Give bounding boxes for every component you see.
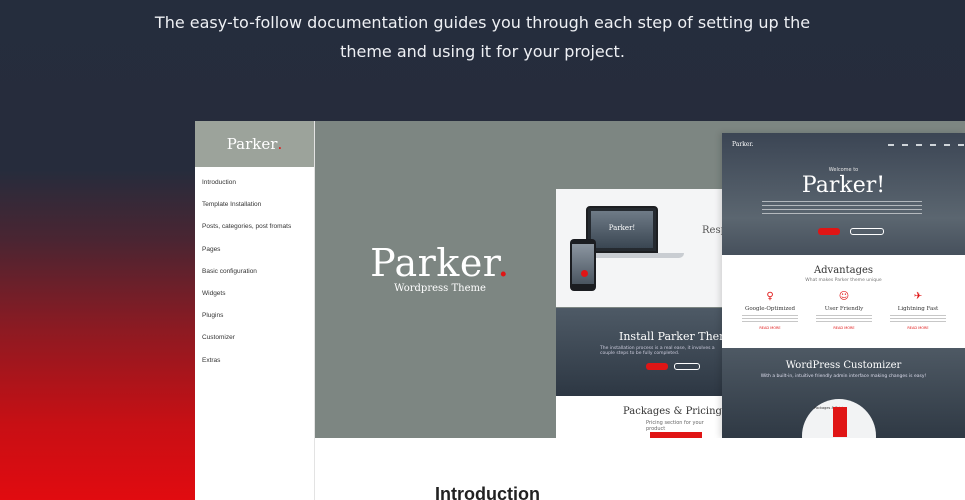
responsive-preview: Parker! Resp bbox=[556, 189, 727, 307]
sidebar-nav: Introduction Template Installation Posts… bbox=[195, 167, 314, 377]
sidebar-item-extras[interactable]: Extras bbox=[195, 355, 314, 377]
homepage-nav bbox=[888, 144, 964, 146]
doc-main: Parker. Wordpress Theme Parker! Resp Ins… bbox=[315, 121, 965, 500]
advantages-title: Advantages bbox=[813, 265, 874, 276]
hero-line-1: The easy-to-follow documentation guides … bbox=[154, 13, 811, 32]
feature-name: User Friendly bbox=[824, 306, 864, 312]
feature-read-more[interactable]: READ MORE bbox=[735, 326, 805, 330]
brand-block: Parker. Wordpress Theme bbox=[365, 241, 515, 294]
feature-read-more[interactable]: READ MORE bbox=[883, 326, 953, 330]
sidebar-item-plugins[interactable]: Plugins bbox=[195, 310, 314, 332]
phone-play-icon bbox=[581, 270, 588, 277]
customizer-title: WordPress Customizer bbox=[785, 360, 902, 371]
lightbulb-icon: ♀ bbox=[766, 291, 774, 302]
homepage-secondary-button[interactable] bbox=[850, 228, 884, 235]
brand-dot: . bbox=[497, 241, 510, 285]
customizer-section: WordPress Customizer With a built-in, in… bbox=[722, 348, 965, 438]
laptop-screen-text: Parker! bbox=[608, 224, 636, 232]
sidebar-item-customizer[interactable]: Customizer bbox=[195, 332, 314, 354]
hero-line-2: theme and using it for your project. bbox=[340, 42, 625, 61]
sidebar-item-introduction[interactable]: Introduction bbox=[195, 177, 314, 199]
install-preview: Install Parker Theme N The installation … bbox=[556, 308, 749, 396]
feature-read-more[interactable]: READ MORE bbox=[809, 326, 879, 330]
sidebar-item-widgets[interactable]: Widgets bbox=[195, 288, 314, 310]
feature-name: Google-Optimized bbox=[744, 306, 796, 312]
homepage-logo: Parker. bbox=[732, 141, 754, 148]
packages-preview: Packages & Pricing Tab Pricing section f… bbox=[556, 396, 743, 438]
doc-sidebar: Parker. Introduction Template Installati… bbox=[195, 121, 315, 500]
advantages-section: Advantages What makes Parker theme uniqu… bbox=[722, 255, 965, 348]
customizer-preview-circle: Packages & Pricing bbox=[802, 399, 876, 438]
section-heading: Introduction bbox=[435, 484, 540, 500]
sidebar-item-template-installation[interactable]: Template Installation bbox=[195, 199, 314, 221]
feature-lightning-fast: ✈ Lightning Fast READ MORE bbox=[883, 291, 953, 330]
feature-name: Lightning Fast bbox=[897, 306, 939, 312]
customizer-sub: With a built-in, intuitive friendly admi… bbox=[760, 374, 927, 379]
hero-description: The easy-to-follow documentation guides … bbox=[150, 8, 815, 66]
homepage-desc-lines bbox=[762, 201, 922, 215]
theme-banner: Parker. Wordpress Theme Parker! Resp Ins… bbox=[315, 121, 965, 438]
sidebar-item-pages[interactable]: Pages bbox=[195, 244, 314, 266]
homepage-preview: Parker. Welcome to Parker! Advantages Wh… bbox=[722, 133, 965, 438]
install-primary-button[interactable] bbox=[646, 363, 668, 370]
feature-user-friendly: ☺ User Friendly READ MORE bbox=[809, 291, 879, 330]
rocket-icon: ✈ bbox=[913, 291, 923, 302]
sidebar-item-basic-configuration[interactable]: Basic configuration bbox=[195, 266, 314, 288]
homepage-title: Parker! bbox=[801, 173, 886, 198]
install-desc: The installation process is a real ease,… bbox=[600, 346, 715, 356]
phone-mockup bbox=[570, 239, 596, 291]
user-icon: ☺ bbox=[838, 291, 850, 302]
sidebar-item-posts-categories[interactable]: Posts, categories, post fromats bbox=[195, 221, 314, 243]
doc-content: Introduction bbox=[315, 438, 965, 500]
packages-sub: Pricing section for your product bbox=[646, 420, 704, 432]
sidebar-logo-text: Parker bbox=[226, 135, 278, 153]
feature-google-optimized: ♀ Google-Optimized READ MORE bbox=[735, 291, 805, 330]
advantages-sub: What makes Parker theme unique bbox=[805, 278, 882, 283]
install-secondary-button[interactable] bbox=[674, 363, 700, 370]
homepage-primary-button[interactable] bbox=[818, 228, 840, 235]
pricing-card bbox=[833, 407, 847, 437]
brand-title: Parker. bbox=[370, 241, 510, 285]
homepage-hero: Parker. Welcome to Parker! bbox=[722, 133, 965, 255]
laptop-mockup: Parker! bbox=[586, 206, 658, 253]
documentation-window: Parker. Introduction Template Installati… bbox=[195, 121, 965, 500]
sidebar-logo-dot: . bbox=[277, 135, 283, 153]
sidebar-logo[interactable]: Parker. bbox=[195, 121, 314, 167]
